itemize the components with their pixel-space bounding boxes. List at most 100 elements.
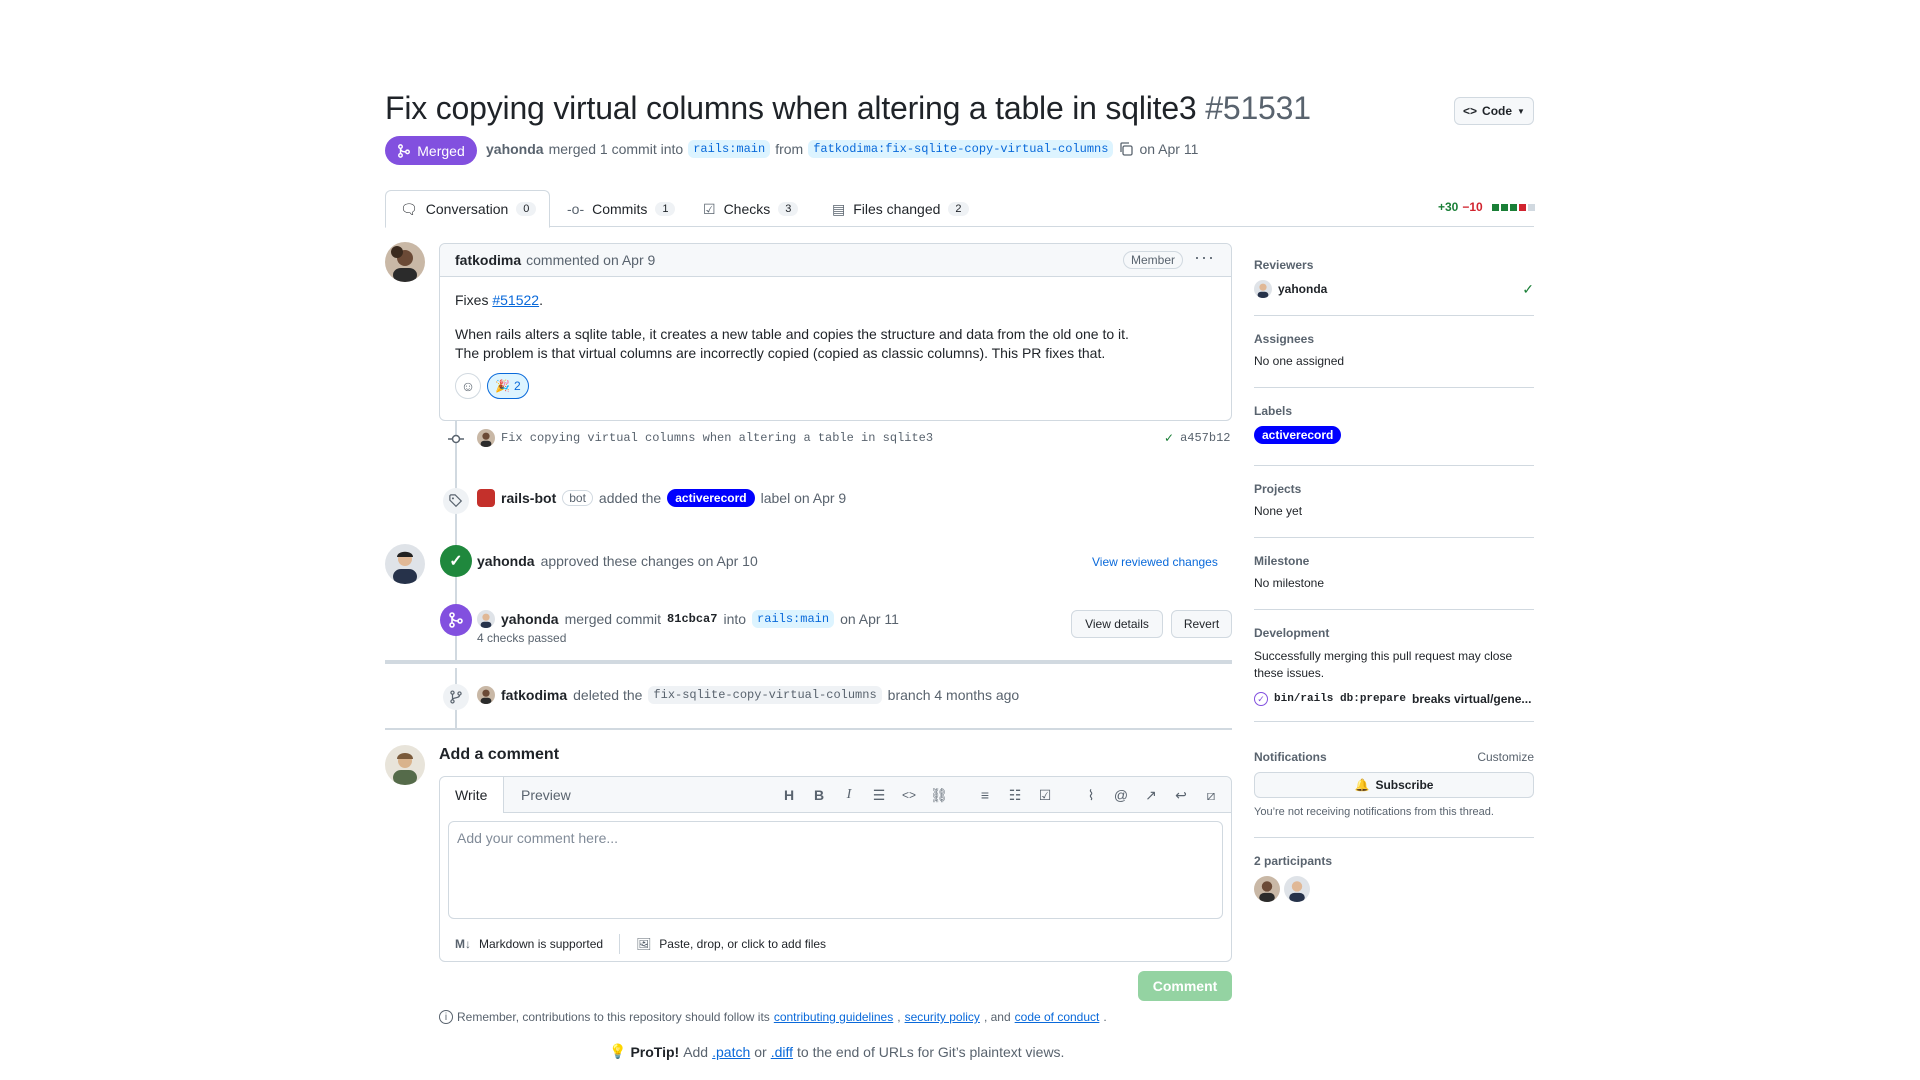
copy-icon[interactable] [1118, 141, 1134, 157]
tab-write[interactable]: Write [440, 777, 504, 813]
pr-tabs: 🗨 Conversation 0 -o- Commits 1 ☑ Checks … [385, 190, 1534, 228]
code-button[interactable]: <> Code ▼ [1454, 97, 1534, 125]
development-heading[interactable]: Development [1254, 626, 1534, 640]
participant-avatar-yahonda[interactable] [1284, 876, 1310, 902]
link-icon[interactable]: ⛓ [930, 786, 948, 804]
patch-link[interactable]: .patch [712, 1044, 750, 1060]
tab-label: Conversation [425, 201, 509, 217]
diffstat-deletions: −10 [1462, 200, 1483, 214]
view-details-button[interactable]: View details [1071, 610, 1163, 638]
avatar-yahonda-small[interactable] [1254, 280, 1272, 298]
assignees-heading[interactable]: Assignees [1254, 332, 1534, 346]
reply-icon[interactable]: ↩ [1172, 786, 1190, 804]
editor-footer: M↓ Markdown is supported 🖼 Paste, drop, … [440, 927, 1231, 961]
label-event: rails-bot bot added the activerecord lab… [477, 489, 846, 507]
quote-icon[interactable]: ☰ [870, 786, 888, 804]
milestone-value: No milestone [1254, 576, 1325, 590]
avatar-fatkodima-small[interactable] [477, 429, 495, 447]
paperclip-icon[interactable]: ⌇ [1082, 786, 1100, 804]
author-link[interactable]: yahonda [486, 141, 544, 157]
code-icon[interactable]: <> [900, 786, 918, 804]
checklist-icon: ☑ [703, 200, 716, 217]
reaction-tada[interactable]: 🎉 2 [487, 373, 529, 399]
avatar-fatkodima-small[interactable] [477, 686, 495, 704]
actor-rails-bot[interactable]: rails-bot [501, 490, 556, 506]
contributing-guidelines-link[interactable]: contributing guidelines [774, 1010, 893, 1024]
italic-icon[interactable]: I [840, 786, 858, 804]
comment-submit-button[interactable]: Comment [1138, 971, 1232, 1001]
avatar-current-user[interactable] [385, 745, 425, 785]
avatar-rails-bot[interactable] [477, 489, 495, 507]
reviewer-name[interactable]: yahonda [1278, 282, 1327, 296]
merger-link[interactable]: yahonda [501, 611, 559, 627]
fixes-suffix: . [539, 292, 543, 308]
mention-icon[interactable]: @ [1112, 786, 1130, 804]
avatar-fatkodima[interactable] [385, 242, 425, 282]
ordered-list-icon[interactable]: ≡ [976, 786, 994, 804]
head-branch[interactable]: fatkodima:fix-sqlite-copy-virtual-column… [808, 140, 1114, 158]
slash-command-icon[interactable]: ⧄ [1202, 786, 1220, 804]
commit-sha-link[interactable]: a457b12 [1180, 431, 1230, 445]
commit-status: ✓ a457b12 [1164, 431, 1230, 445]
cross-reference-icon[interactable]: ↗ [1142, 786, 1160, 804]
heading-icon[interactable]: H [780, 786, 798, 804]
sidebar-assignees: Assignees No one assigned [1254, 332, 1534, 388]
git-merge-icon [440, 604, 472, 636]
reviewers-heading[interactable]: Reviewers [1254, 258, 1534, 272]
labels-heading[interactable]: Labels [1254, 404, 1534, 418]
linked-issue[interactable]: ✓ bin/rails db:prepare breaks virtual/ge… [1254, 692, 1534, 706]
sidebar-labels: Labels activerecord [1254, 404, 1534, 466]
label-activerecord[interactable]: activerecord [667, 489, 755, 507]
tab-counter: 0 [516, 202, 537, 216]
issue-link[interactable]: #51522 [492, 292, 539, 308]
actor-fatkodima[interactable]: fatkodima [501, 687, 567, 703]
comment-textarea[interactable]: Add your comment here... [448, 821, 1223, 919]
reaction-count: 2 [513, 378, 521, 393]
from-text: from [775, 141, 804, 157]
reactions: ☺ 🎉 2 [455, 373, 1216, 399]
tab-commits[interactable]: -o- Commits 1 [553, 190, 689, 228]
avatar-yahonda-small[interactable] [477, 610, 495, 628]
unordered-list-icon[interactable]: ☷ [1006, 786, 1024, 804]
add-reaction-icon[interactable]: ☺ [455, 373, 481, 399]
comment-author[interactable]: fatkodima [455, 252, 521, 268]
kebab-horizontal-icon[interactable]: ··· [1194, 247, 1215, 268]
timeline-end-divider [385, 728, 1232, 730]
revert-button[interactable]: Revert [1171, 610, 1232, 638]
code-of-conduct-link[interactable]: code of conduct [1015, 1010, 1100, 1024]
task-list-icon[interactable]: ☑ [1036, 786, 1054, 804]
milestone-heading[interactable]: Milestone [1254, 554, 1534, 568]
security-policy-link[interactable]: security policy [905, 1010, 980, 1024]
diffstat: +30 −10 [1438, 200, 1535, 214]
markdown-supported-link[interactable]: Markdown is supported [479, 937, 603, 951]
merge-branch[interactable]: rails:main [752, 610, 835, 628]
bell-icon: 🔔 [1354, 778, 1370, 792]
projects-heading[interactable]: Projects [1254, 482, 1534, 496]
remember-comma: , [897, 1010, 901, 1024]
commit-message-link[interactable]: Fix copying virtual columns when alterin… [501, 431, 933, 445]
base-branch[interactable]: rails:main [688, 140, 771, 158]
avatar-yahonda[interactable] [385, 544, 425, 584]
git-branch-icon [443, 684, 469, 710]
participant-avatar-fatkodima[interactable] [1254, 876, 1280, 902]
merge-commit-sha[interactable]: 81cbca7 [667, 612, 717, 626]
protip: 💡 ProTip! Add .patch or .diff to the end… [609, 1043, 1064, 1060]
label-activerecord[interactable]: activerecord [1254, 426, 1342, 444]
attach-files-button[interactable]: Paste, drop, or click to add files [659, 937, 826, 951]
comment-action: commented on Apr 9 [526, 252, 656, 268]
timeline-divider [385, 660, 1232, 664]
view-reviewed-changes-link[interactable]: View reviewed changes [1092, 555, 1218, 569]
tab-label: Commits [592, 201, 648, 217]
subscribe-button[interactable]: 🔔 Subscribe [1254, 772, 1534, 798]
tab-preview[interactable]: Preview [506, 777, 586, 813]
reviewer-link[interactable]: yahonda [477, 553, 535, 569]
tab-checks[interactable]: ☑ Checks 3 [689, 190, 812, 228]
tab-conversation[interactable]: 🗨 Conversation 0 [385, 190, 550, 228]
bold-icon[interactable]: B [810, 786, 828, 804]
sidebar-participants: 2 participants [1254, 854, 1534, 902]
diff-link[interactable]: .diff [771, 1044, 793, 1060]
checks-passed[interactable]: 4 checks passed [477, 631, 566, 645]
tab-files-changed[interactable]: ▤ Files changed 2 [818, 190, 983, 228]
customize-link[interactable]: Customize [1477, 750, 1534, 772]
merged-status-badge: Merged [385, 136, 477, 165]
